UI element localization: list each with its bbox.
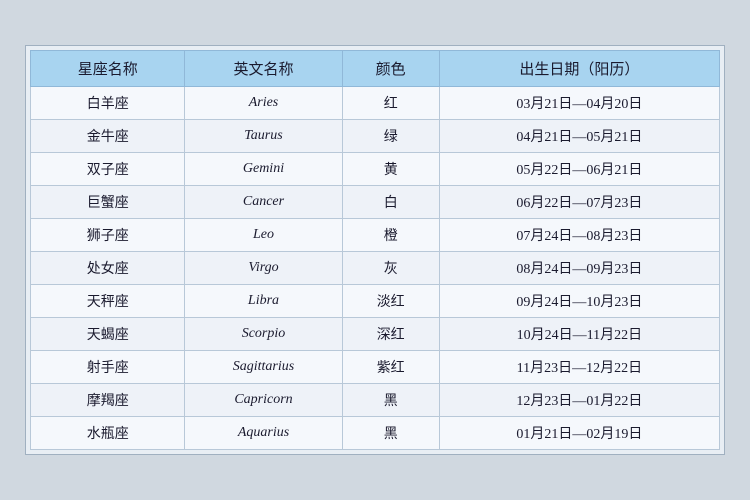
cell-chinese: 金牛座 (31, 120, 185, 153)
cell-color: 紫红 (342, 351, 439, 384)
col-header-chinese: 星座名称 (31, 51, 185, 87)
cell-color: 橙 (342, 219, 439, 252)
cell-chinese: 处女座 (31, 252, 185, 285)
col-header-english: 英文名称 (185, 51, 342, 87)
cell-color: 淡红 (342, 285, 439, 318)
table-header-row: 星座名称 英文名称 颜色 出生日期（阳历） (31, 51, 720, 87)
cell-dates: 03月21日—04月20日 (439, 87, 719, 120)
zodiac-table: 星座名称 英文名称 颜色 出生日期（阳历） 白羊座Aries红03月21日—04… (30, 50, 720, 450)
cell-dates: 01月21日—02月19日 (439, 417, 719, 450)
table-row: 射手座Sagittarius紫红11月23日—12月22日 (31, 351, 720, 384)
cell-color: 白 (342, 186, 439, 219)
cell-dates: 07月24日—08月23日 (439, 219, 719, 252)
cell-dates: 06月22日—07月23日 (439, 186, 719, 219)
cell-color: 深红 (342, 318, 439, 351)
zodiac-table-container: 星座名称 英文名称 颜色 出生日期（阳历） 白羊座Aries红03月21日—04… (25, 45, 725, 455)
cell-english: Cancer (185, 186, 342, 219)
cell-chinese: 狮子座 (31, 219, 185, 252)
table-row: 天蝎座Scorpio深红10月24日—11月22日 (31, 318, 720, 351)
cell-dates: 09月24日—10月23日 (439, 285, 719, 318)
col-header-color: 颜色 (342, 51, 439, 87)
cell-english: Scorpio (185, 318, 342, 351)
cell-color: 黑 (342, 384, 439, 417)
cell-chinese: 天秤座 (31, 285, 185, 318)
cell-english: Sagittarius (185, 351, 342, 384)
cell-english: Libra (185, 285, 342, 318)
table-row: 处女座Virgo灰08月24日—09月23日 (31, 252, 720, 285)
cell-chinese: 天蝎座 (31, 318, 185, 351)
cell-color: 灰 (342, 252, 439, 285)
cell-chinese: 射手座 (31, 351, 185, 384)
cell-chinese: 双子座 (31, 153, 185, 186)
cell-chinese: 水瓶座 (31, 417, 185, 450)
cell-chinese: 白羊座 (31, 87, 185, 120)
table-row: 金牛座Taurus绿04月21日—05月21日 (31, 120, 720, 153)
cell-color: 黄 (342, 153, 439, 186)
table-row: 狮子座Leo橙07月24日—08月23日 (31, 219, 720, 252)
cell-dates: 04月21日—05月21日 (439, 120, 719, 153)
cell-dates: 11月23日—12月22日 (439, 351, 719, 384)
table-body: 白羊座Aries红03月21日—04月20日金牛座Taurus绿04月21日—0… (31, 87, 720, 450)
cell-english: Aquarius (185, 417, 342, 450)
table-row: 双子座Gemini黄05月22日—06月21日 (31, 153, 720, 186)
cell-english: Virgo (185, 252, 342, 285)
cell-chinese: 摩羯座 (31, 384, 185, 417)
cell-english: Taurus (185, 120, 342, 153)
cell-chinese: 巨蟹座 (31, 186, 185, 219)
cell-english: Aries (185, 87, 342, 120)
table-row: 天秤座Libra淡红09月24日—10月23日 (31, 285, 720, 318)
cell-color: 绿 (342, 120, 439, 153)
table-row: 巨蟹座Cancer白06月22日—07月23日 (31, 186, 720, 219)
cell-dates: 12月23日—01月22日 (439, 384, 719, 417)
cell-color: 红 (342, 87, 439, 120)
col-header-dates: 出生日期（阳历） (439, 51, 719, 87)
cell-dates: 08月24日—09月23日 (439, 252, 719, 285)
cell-english: Leo (185, 219, 342, 252)
cell-dates: 10月24日—11月22日 (439, 318, 719, 351)
cell-dates: 05月22日—06月21日 (439, 153, 719, 186)
table-row: 水瓶座Aquarius黑01月21日—02月19日 (31, 417, 720, 450)
cell-color: 黑 (342, 417, 439, 450)
cell-english: Gemini (185, 153, 342, 186)
table-row: 白羊座Aries红03月21日—04月20日 (31, 87, 720, 120)
cell-english: Capricorn (185, 384, 342, 417)
table-row: 摩羯座Capricorn黑12月23日—01月22日 (31, 384, 720, 417)
